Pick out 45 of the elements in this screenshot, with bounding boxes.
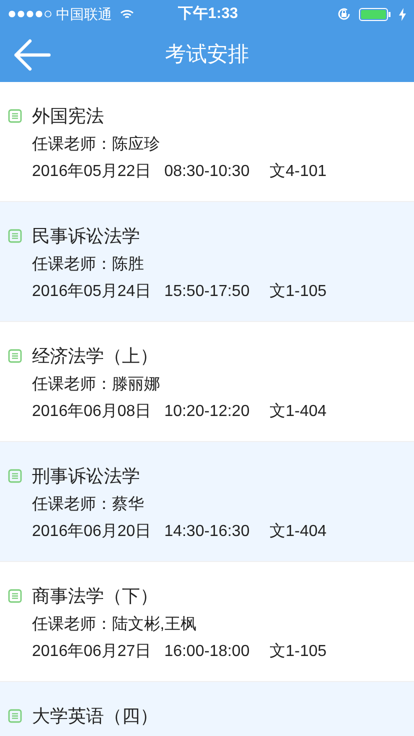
course-name: 刑事诉讼法学 [32,465,141,488]
course-name: 经济法学（上） [32,345,159,368]
exam-room: 文1-404 [270,402,327,422]
battery-icon [359,8,391,20]
teacher-name: 任课老师：滕丽娜 [32,374,161,395]
teacher-name: 任课老师：蔡华 [32,494,145,515]
exam-date: 2016年05月22日 [32,162,152,182]
list-icon [8,349,22,363]
back-arrow-icon [13,39,51,71]
exam-room: 文1-105 [270,282,327,302]
course-name: 大学英语（四） [32,705,158,728]
exam-date: 2016年06月20日 [32,522,152,542]
rotation-lock-icon [337,7,351,21]
list-icon [8,589,22,603]
exam-time: 15:50-17:50 [164,282,250,302]
course-name: 民事诉讼法学 [32,225,141,248]
list-icon [8,229,22,243]
teacher-name: 任课老师：陆文彬,王枫 [32,614,198,635]
charging-icon [399,8,406,20]
list-icon [8,469,22,483]
list-icon [8,109,22,123]
exam-room: 文1-404 [270,522,327,542]
exam-card[interactable]: 刑事诉讼法学 任课老师：蔡华 2016年06月20日 14:30-16:30 文1-404 [0,442,414,562]
exam-room: 文4-101 [270,162,327,182]
teacher-name: 任课老师：陈胜 [32,254,145,275]
signal-icon [8,10,52,18]
status-time: 下午1:33 [178,4,238,24]
course-name: 外国宪法 [32,105,105,128]
teacher-name: 任课老师：陈应珍 [32,134,161,155]
list-icon [8,709,22,723]
exam-time: 16:00-18:00 [164,642,250,662]
exam-time: 08:30-10:30 [164,162,250,182]
course-name: 商事法学（下） [32,585,159,608]
exam-card[interactable]: 大学英语（四） [0,682,414,736]
back-button[interactable] [12,38,52,72]
exam-room: 文1-105 [270,642,327,662]
exam-date: 2016年05月24日 [32,282,152,302]
exam-time: 14:30-16:30 [164,522,250,542]
wifi-icon [120,8,134,20]
exam-date: 2016年06月27日 [32,642,152,662]
exam-time: 10:20-12:20 [164,402,250,422]
exam-date: 2016年06月08日 [32,402,152,422]
page-title: 考试安排 [165,42,249,68]
carrier-name: 中国联通 [56,4,112,24]
exam-card[interactable]: 民事诉讼法学 任课老师：陈胜 2016年05月24日 15:50-17:50 文1-105 [0,202,414,322]
